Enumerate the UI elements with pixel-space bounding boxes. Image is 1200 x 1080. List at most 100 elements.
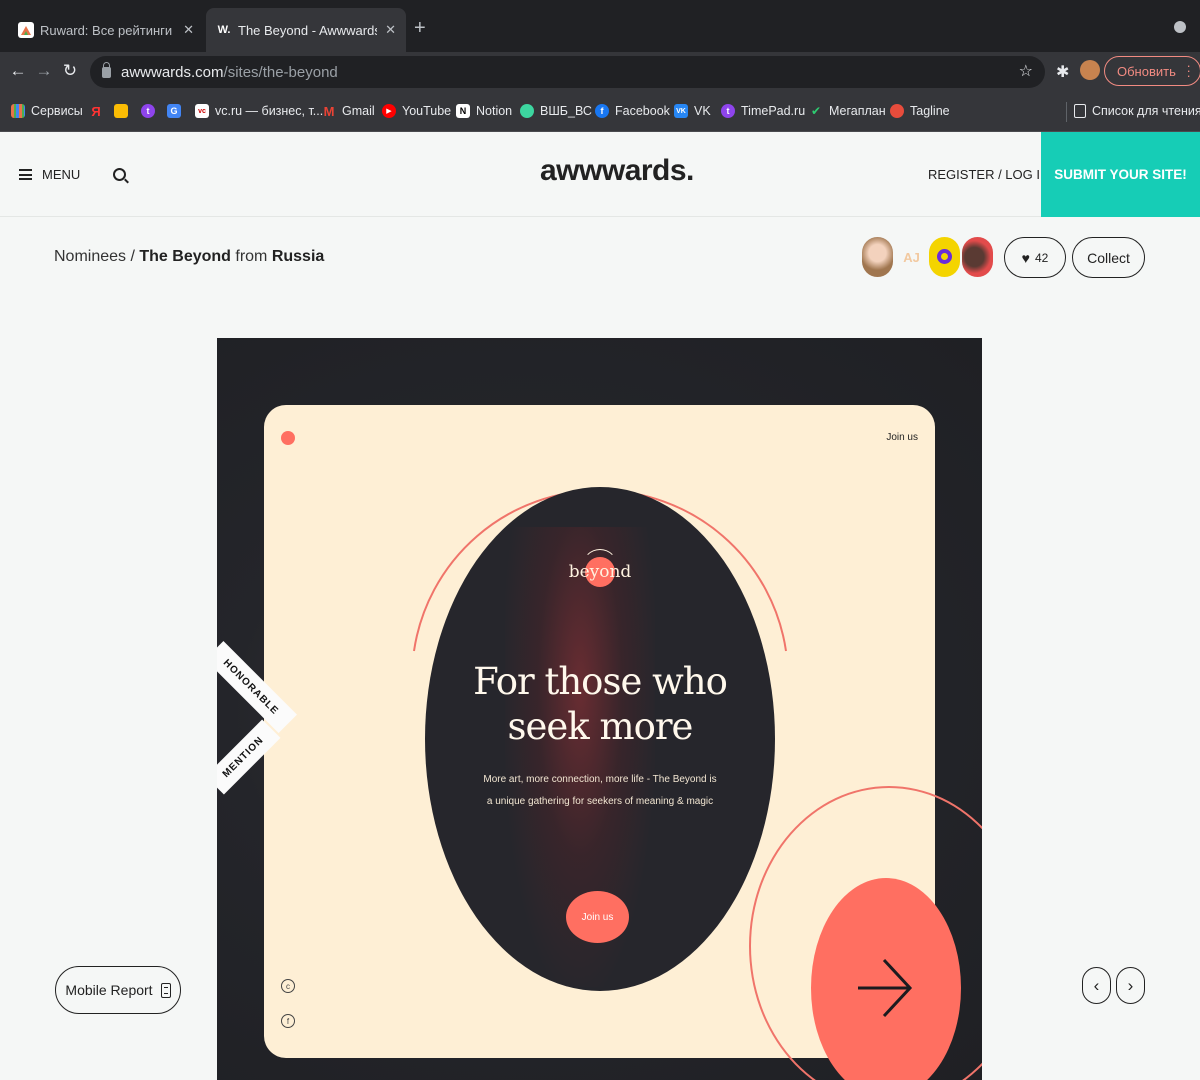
tab-ruward[interactable]: Ruward: Все рейтинги и анал ✕ (8, 8, 204, 52)
tab-title: The Beyond - Awwwards Nomi (238, 22, 378, 38)
brand-name: beyond (568, 562, 632, 582)
reload-icon[interactable]: ↻ (60, 61, 80, 81)
bookmarks-divider (1066, 102, 1067, 122)
site-preview[interactable]: Join us beyond For those who seek more M… (217, 338, 982, 1080)
tab-search-icon[interactable] (1174, 21, 1186, 33)
bookmark-mail[interactable] (114, 104, 134, 118)
kebab-menu-icon[interactable]: · · · (1187, 59, 1191, 82)
bookmark-yandex[interactable]: Я (89, 103, 109, 119)
heart-icon: ♥ (1021, 249, 1030, 266)
bookmark-vc[interactable]: vc vc.ru — бизнес, т... (195, 104, 323, 118)
extensions-puzzle-icon[interactable]: ✱ (1056, 62, 1069, 82)
like-button[interactable]: ♥ 42 (1004, 237, 1066, 278)
juror-avatar-2[interactable]: AJ (896, 237, 927, 277)
url-path: /sites/the-beyond (223, 63, 338, 81)
bookmark-vk[interactable]: VK VK (674, 104, 711, 118)
document-icon (160, 982, 171, 998)
breadcrumb-separator: / (126, 248, 140, 265)
tab-close-icon[interactable]: ✕ (183, 22, 194, 38)
url-host: awwwards.com (121, 63, 224, 81)
bookmark-facebook[interactable]: f Facebook (595, 104, 670, 118)
badge-line-2: MENTION (217, 719, 281, 795)
awwwards-logo[interactable]: awwwards. (540, 154, 694, 188)
juror-avatar-4[interactable] (962, 237, 993, 277)
bookmark-translate[interactable]: G (167, 104, 187, 118)
site-header: MENU awwwards. REGISTER / LOG IN SUBMIT … (0, 132, 1200, 217)
lock-icon (102, 61, 111, 78)
card-join-link[interactable]: Join us (886, 432, 918, 443)
update-browser-button[interactable]: Обновить · · · (1104, 56, 1200, 86)
register-login-link[interactable]: REGISTER / LOG IN (928, 167, 1049, 182)
update-label: Обновить (1117, 63, 1176, 79)
timepad-icon: t (721, 104, 735, 118)
youtube-icon: ▶ (382, 104, 396, 118)
translate-icon: G (167, 104, 181, 118)
bookmark-timepad[interactable]: t TimePad.ru (721, 104, 805, 118)
mobile-report-label: Mobile Report (65, 982, 153, 998)
megaplan-icon: ✔ (810, 104, 822, 118)
notion-icon: N (456, 104, 470, 118)
back-arrow-icon[interactable]: ← (8, 61, 28, 81)
join-us-button[interactable]: Join us (566, 891, 629, 943)
headline-line-2: seek more (507, 705, 694, 748)
search-icon[interactable] (113, 168, 126, 181)
apps-grid-icon (11, 104, 25, 118)
submit-site-button[interactable]: SUBMIT YOUR SITE! (1041, 132, 1200, 217)
browser-tab-bar: Ruward: Все рейтинги и анал ✕ W. The Bey… (0, 0, 1200, 52)
browser-toolbar: ← → ↻ awwwards.com /sites/the-beyond ☆ (0, 52, 1200, 92)
tab-title: Ruward: Все рейтинги и анал (40, 22, 175, 38)
tab-the-beyond[interactable]: W. The Beyond - Awwwards Nomi ✕ (206, 8, 406, 52)
juror-avatar-3[interactable] (929, 237, 960, 277)
arrow-right-icon (858, 958, 913, 1018)
yandex-icon: Я (91, 103, 101, 119)
breadcrumb-nominees-link[interactable]: Nominees (54, 248, 126, 265)
bookmark-megaplan[interactable]: ✔ Мегаплан (809, 104, 886, 118)
bookmark-notion[interactable]: N Notion (456, 104, 512, 118)
new-tab-button[interactable]: + (414, 18, 426, 38)
hero-circle: beyond For those who seek more More art,… (425, 487, 775, 991)
collect-button[interactable]: Collect (1072, 237, 1145, 278)
next-site-button[interactable]: › (1116, 967, 1145, 1004)
breadcrumb-country[interactable]: Russia (272, 248, 324, 265)
prev-site-button[interactable]: ‹ (1082, 967, 1111, 1004)
copyright-icon[interactable]: c (281, 979, 295, 993)
bookmark-gmail[interactable]: M Gmail (322, 103, 375, 119)
bookmark-tagline[interactable]: Tagline (890, 104, 950, 118)
bookmark-star-icon[interactable]: ☆ (1019, 61, 1033, 81)
tagline-icon (890, 104, 904, 118)
bookmark-vshb[interactable]: ВШБ_ВС (520, 104, 592, 118)
vshb-icon (520, 104, 534, 118)
address-bar[interactable]: awwwards.com /sites/the-beyond ☆ (90, 56, 1045, 88)
mail-icon (114, 104, 128, 118)
hero-subtext: More art, more connection, more life - T… (483, 774, 717, 807)
facebook-icon: f (595, 104, 609, 118)
reading-list-button[interactable]: Список для чтения (1074, 104, 1200, 118)
awwwards-favicon-icon: W. (217, 24, 231, 36)
ruward-favicon-icon (18, 22, 34, 38)
hero-headline: For those who seek more (425, 659, 775, 749)
honorable-mention-badge: HONORABLE MENTION (217, 641, 297, 818)
facebook-icon[interactable]: f (281, 1014, 295, 1028)
like-count: 42 (1034, 250, 1049, 265)
reading-list-icon (1074, 104, 1086, 118)
hamburger-icon (19, 169, 32, 180)
vc-icon: vc (195, 104, 209, 118)
menu-button[interactable]: MENU (19, 167, 80, 182)
forward-arrow-icon[interactable]: → (34, 61, 54, 81)
menu-label: MENU (42, 167, 81, 182)
breadcrumb: Nominees / The Beyond from Russia (54, 248, 324, 266)
vk-icon: VK (674, 104, 688, 118)
mobile-report-button[interactable]: Mobile Report (55, 966, 181, 1014)
breadcrumb-from: from (230, 248, 272, 265)
gmail-icon: M (323, 103, 335, 119)
breadcrumb-site-name: The Beyond (139, 248, 231, 265)
juror-avatar-1[interactable] (862, 237, 893, 277)
bookmark-services[interactable]: Сервисы (11, 104, 83, 118)
headline-line-1: For those who (473, 660, 728, 703)
beyond-logo-dot-icon (281, 431, 295, 445)
bookmark-youtube[interactable]: ▶ YouTube (382, 104, 451, 118)
tab-close-icon[interactable]: ✕ (385, 22, 396, 38)
bookmark-timepad-short[interactable]: t (141, 104, 161, 118)
juror-logo-icon (937, 249, 952, 264)
profile-avatar[interactable] (1080, 60, 1100, 80)
